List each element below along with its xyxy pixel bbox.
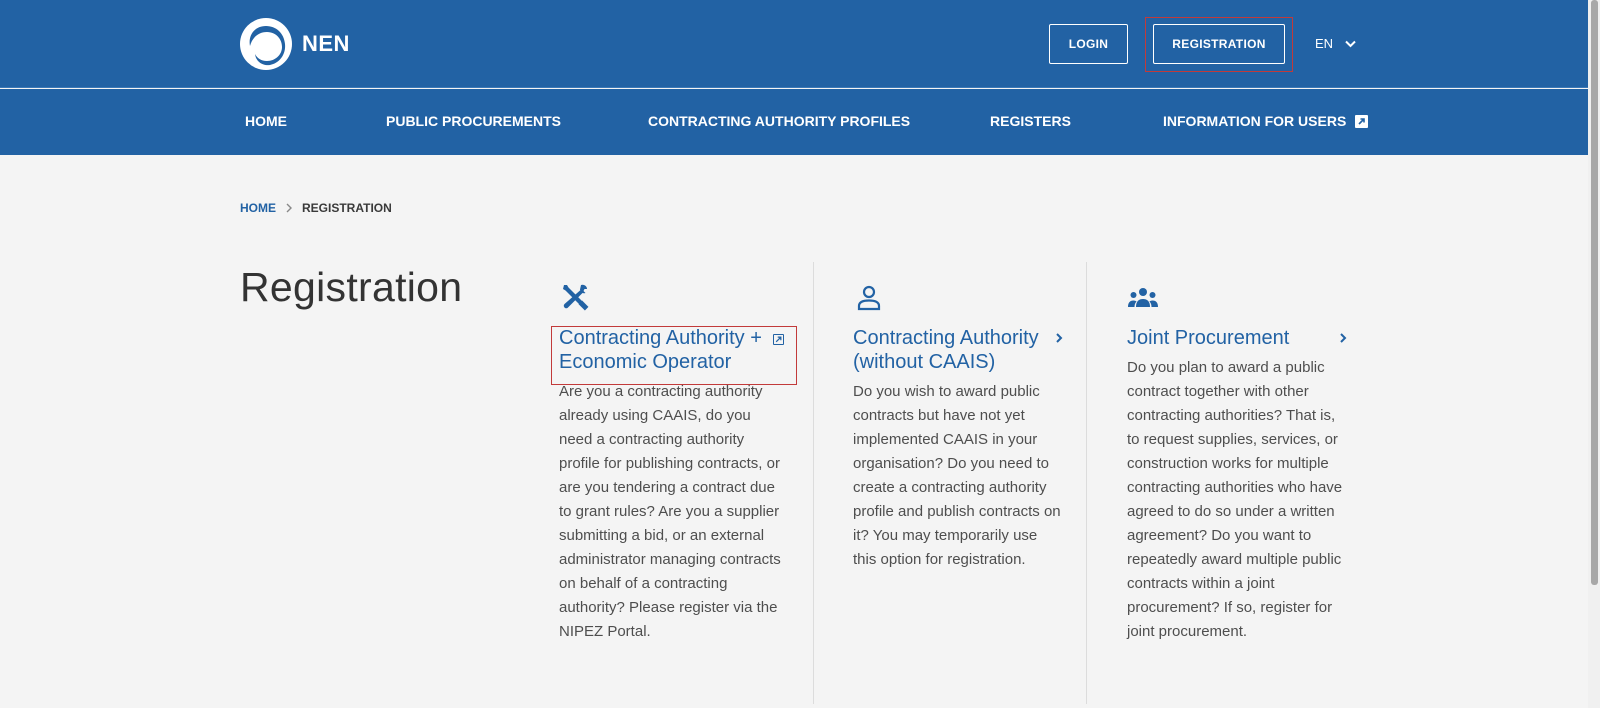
person-icon xyxy=(853,282,885,314)
nav-item-public-procurements[interactable]: PUBLIC PROCUREMENTS xyxy=(386,113,561,129)
nav-item-label: HOME xyxy=(245,113,287,129)
external-link-icon xyxy=(1355,114,1369,128)
language-label: EN xyxy=(1315,36,1334,51)
logo-text: NEN xyxy=(302,31,350,56)
nav-item-registers[interactable]: REGISTERS xyxy=(990,113,1071,129)
top-bar: NEN LOGIN REGISTRATION EN xyxy=(0,0,1588,88)
nen-logo[interactable]: NEN xyxy=(240,18,350,70)
card-description: Do you wish to award public contracts bu… xyxy=(853,383,1061,568)
nav-item-label: CONTRACTING AUTHORITY PROFILES xyxy=(648,113,911,129)
scrollbar-thumb[interactable] xyxy=(1591,0,1598,585)
card-title-text: Joint Procurement xyxy=(1127,327,1290,349)
card-highlight-frame xyxy=(551,326,797,385)
tools-icon xyxy=(559,282,591,314)
card-description: Do you plan to award a public contract t… xyxy=(1127,359,1343,640)
breadcrumb-current: REGISTRATION xyxy=(302,201,392,215)
column-divider xyxy=(813,262,814,704)
registration-option-card: Contracting Authority (without CAAIS) Do… xyxy=(853,262,1063,572)
main-nav: HOME PUBLIC PROCUREMENTS CONTRACTING AUT… xyxy=(0,89,1588,155)
chevron-right-icon xyxy=(1056,333,1063,343)
card-title-link[interactable]: Contracting Authority (without CAAIS) xyxy=(853,326,1063,374)
nav-item-label: INFORMATION FOR USERS xyxy=(1163,113,1347,129)
login-button[interactable]: LOGIN xyxy=(1049,24,1128,64)
nav-item-information-for-users[interactable]: INFORMATION FOR USERS xyxy=(1163,113,1369,129)
card-title-link[interactable]: Joint Procurement xyxy=(1127,326,1347,350)
language-selector[interactable]: EN xyxy=(1315,36,1356,51)
card-description: Are you a contracting authority already … xyxy=(559,383,781,640)
card-title-text: Contracting Authority (without CAAIS) xyxy=(853,327,1039,373)
chevron-right-icon xyxy=(1340,333,1347,343)
page-title: Registration xyxy=(240,264,463,310)
chevron-down-icon xyxy=(1345,40,1356,47)
registration-option-card: Joint Procurement Do you plan to award a… xyxy=(1127,262,1347,644)
nav-item-label: REGISTERS xyxy=(990,113,1071,129)
chevron-right-icon xyxy=(286,203,292,213)
registration-button[interactable]: REGISTRATION xyxy=(1153,24,1285,64)
nav-item-contracting-authority-profiles[interactable]: CONTRACTING AUTHORITY PROFILES xyxy=(648,113,910,129)
nav-item-home[interactable]: HOME xyxy=(245,113,287,129)
nen-logo-icon xyxy=(240,18,292,70)
breadcrumb-home-link[interactable]: HOME xyxy=(240,201,276,215)
column-divider xyxy=(1086,262,1087,704)
breadcrumb: HOME REGISTRATION xyxy=(240,201,392,215)
registration-option-card: Contracting Authority + Economic Operato… xyxy=(559,262,784,644)
nav-item-label: PUBLIC PROCUREMENTS xyxy=(386,113,562,129)
group-icon xyxy=(1127,282,1159,314)
